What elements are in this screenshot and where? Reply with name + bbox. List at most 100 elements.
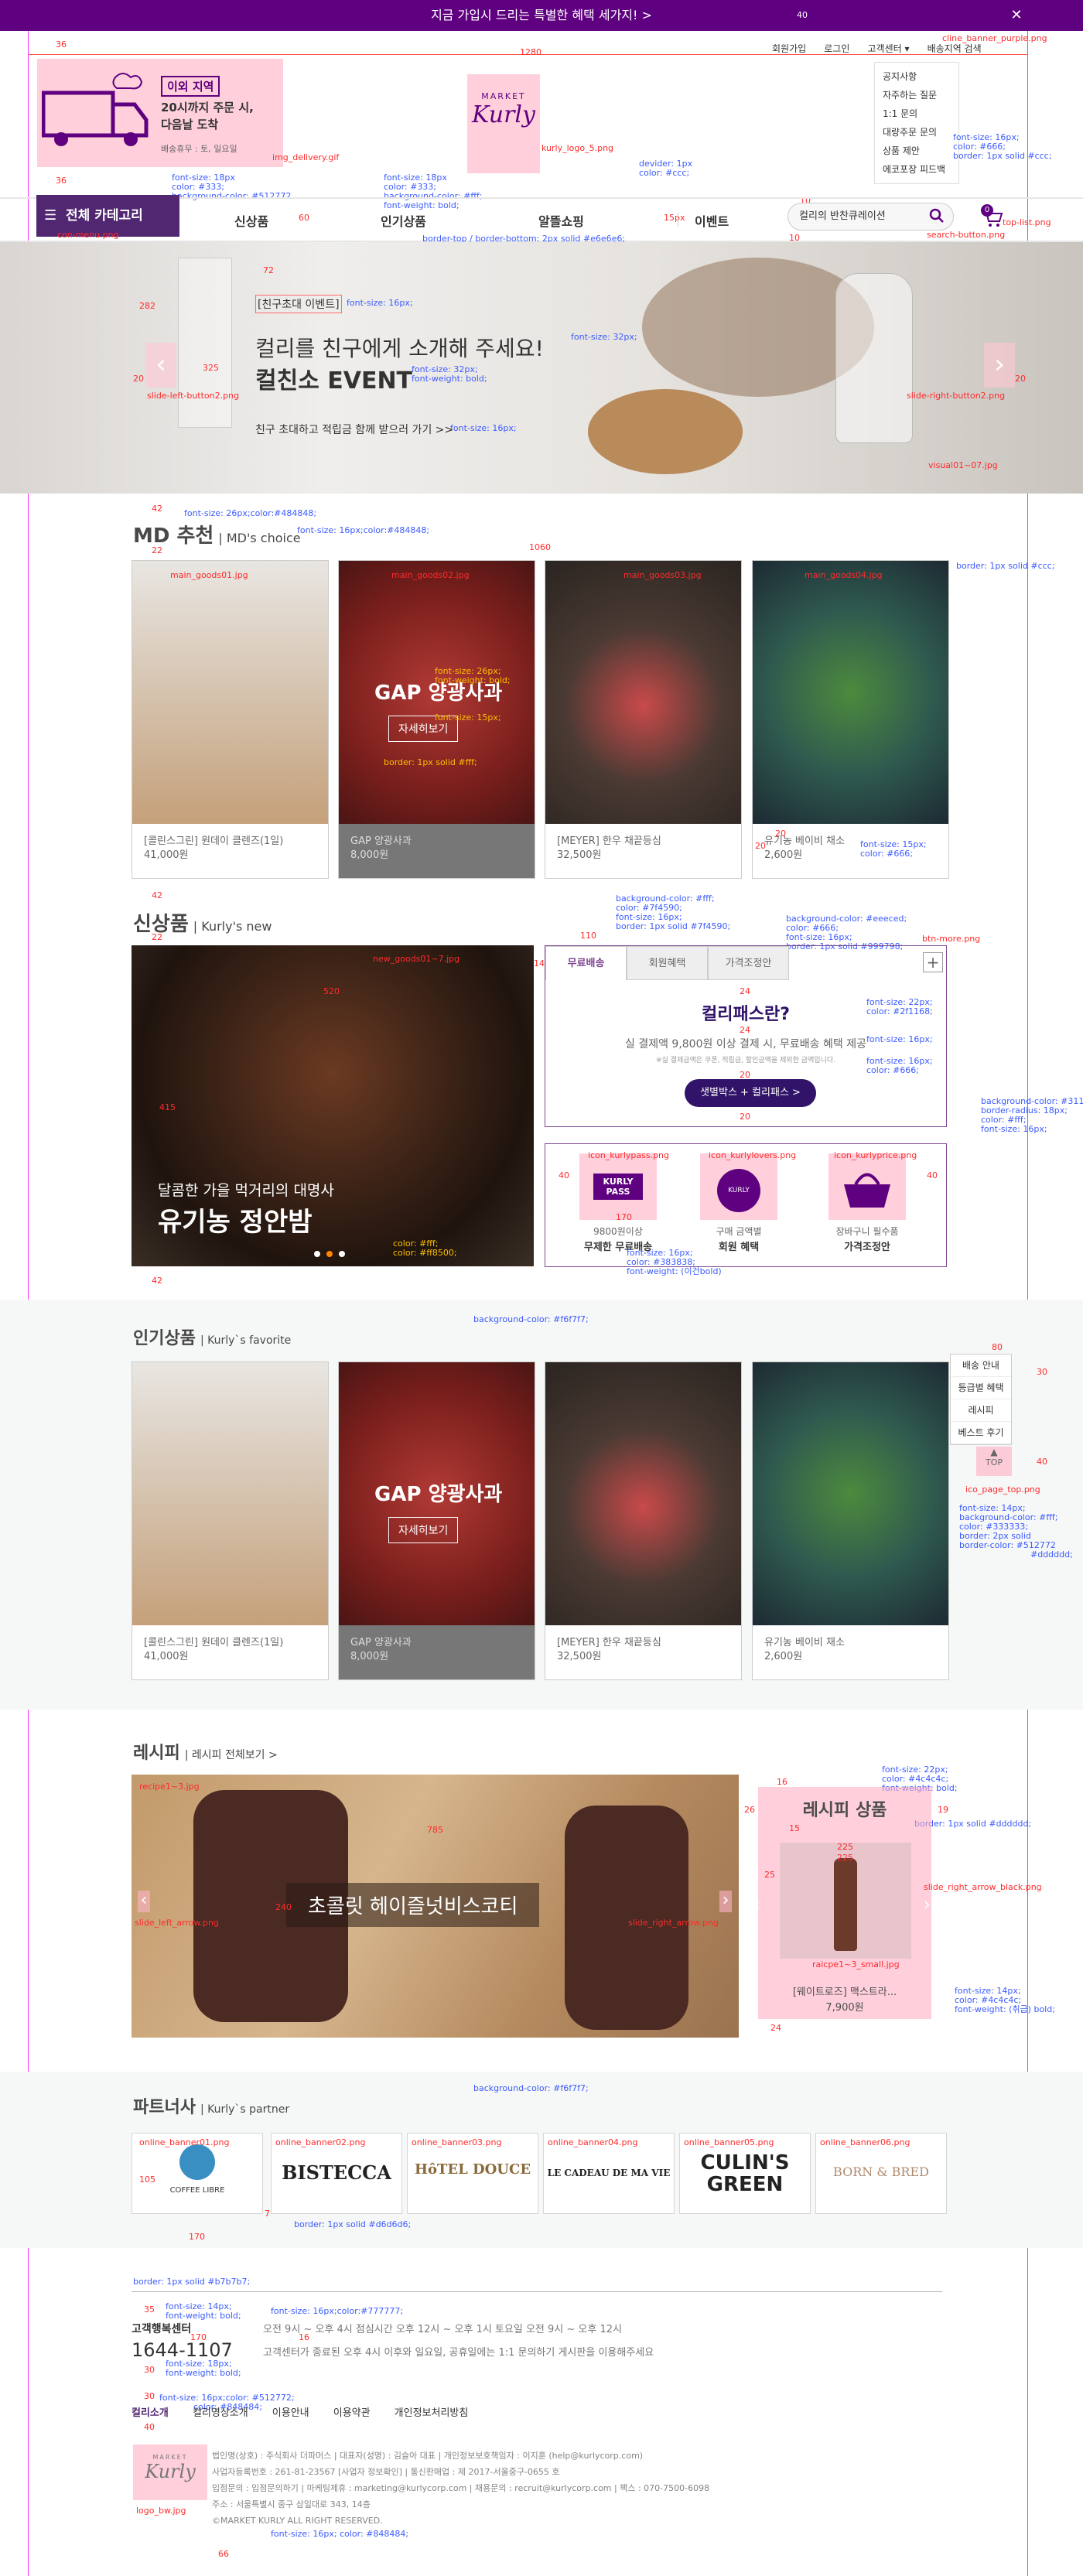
footer-link-about[interactable]: 컬리소개	[132, 2407, 169, 2419]
top-promo-banner[interactable]: 지금 가입시 드리는 특별한 혜택 세가지! > ✕	[0, 0, 1083, 31]
ann-f66: 66	[218, 2549, 229, 2559]
product-card[interactable]: [콜린스그린] 원데이 클렌즈(1일) 41,000원	[132, 560, 329, 879]
nav-event[interactable]: 이벤트	[695, 211, 729, 230]
ann-42b: 42	[152, 890, 162, 900]
ann-40c: 40	[927, 1170, 938, 1180]
tab-free-delivery[interactable]: 무료배송	[545, 946, 627, 980]
product-card[interactable]: GAP 양광사과 자세히보기 GAP 양광사과 8,000원	[338, 1361, 535, 1680]
recipe-left-arrow[interactable]: ‹	[138, 1891, 150, 1912]
product-card[interactable]: [콜린스그린] 원데이 클렌즈(1일) 41,000원	[132, 1361, 329, 1680]
product-price: 41,000원	[144, 849, 189, 861]
nav-new[interactable]: 신상품	[234, 211, 268, 230]
cs-menu-item[interactable]: 1:1 문의	[883, 104, 951, 123]
footer-link-privacy[interactable]: 개인정보처리방침	[395, 2407, 469, 2419]
recipe-main-image[interactable]: 초콜릿 헤이즐넛비스코티 ‹ ›	[132, 1775, 739, 2038]
ann-42c: 42	[152, 1276, 162, 1286]
ann-md-img1: main_goods01.jpg	[170, 570, 248, 580]
slide-dots[interactable]	[314, 1245, 360, 1257]
kurlypass-icon: KURLY PASS	[579, 1153, 657, 1220]
kurlylovers-icon: KURLY LOVERS	[700, 1153, 777, 1238]
ann-r16: 16	[777, 1777, 787, 1787]
ann-f16: font-size: 16px;color:#777777;	[271, 2306, 404, 2316]
footer-link-terms[interactable]: 이용약관	[333, 2407, 371, 2419]
footer-logo-kurly: Kurly	[145, 2461, 196, 2482]
quick-grade[interactable]: 등급별 혜택	[951, 1377, 1011, 1399]
recipe-subtitle[interactable]: | 레시피 전체보기 >	[185, 1749, 278, 1761]
tab-member-benefit[interactable]: 회원혜택	[627, 946, 708, 980]
recipe-prod-left-arrow[interactable]: ‹	[753, 1895, 760, 1915]
gap-overlay-title: GAP 양광사과	[374, 1483, 503, 1506]
ann-r19: 19	[938, 1805, 948, 1815]
hero-visual[interactable]: [친구초대 이벤트] 컬리를 친구에게 소개해 주세요! 컬친소 EVENT 친…	[0, 242, 1083, 494]
ann-40d: 40	[1037, 1457, 1047, 1467]
ann-282: 282	[139, 301, 155, 311]
close-icon[interactable]: ✕	[1009, 8, 1024, 23]
popular-title: 인기상품	[133, 1329, 196, 1348]
slide-right-button[interactable]: ›	[984, 343, 1015, 388]
product-image	[545, 1362, 741, 1625]
cs-menu-item[interactable]: 상품 제안	[883, 142, 951, 160]
recipe-right-arrow[interactable]: ›	[719, 1891, 732, 1912]
arrow-up-icon: ▲	[990, 1447, 998, 1457]
ann-24b: 24	[740, 1025, 750, 1035]
nav-sale[interactable]: 알뜰쇼핑	[538, 211, 584, 230]
hero-glass	[178, 258, 232, 428]
recipe-title: 레시피	[133, 1744, 180, 1763]
product-image: GAP 양광사과 자세히보기	[339, 1362, 535, 1625]
product-price: 32,500원	[557, 849, 602, 861]
page-top-button[interactable]: ▲ TOP	[976, 1447, 1012, 1476]
product-name: [콜린스그린] 원데이 클렌즈(1일)	[144, 835, 284, 847]
category-label: 전체 카테고리	[66, 208, 143, 224]
product-name: [콜린스그린] 원데이 클렌즈(1일)	[144, 1637, 284, 1648]
slide-left-button[interactable]: ‹	[145, 343, 176, 388]
delivery-search-link[interactable]: 배송지역 검색	[928, 43, 982, 54]
cart-count-badge: 0	[981, 204, 993, 217]
signup-link[interactable]: 회원가입	[772, 43, 806, 54]
menu-icon: ☰	[44, 207, 57, 224]
footer-link-guide[interactable]: 이용안내	[272, 2407, 309, 2419]
cs-menu-item[interactable]: 대량주문 문의	[883, 123, 951, 142]
hero-title: 컬리를 친구에게 소개해 주세요!	[255, 336, 544, 361]
gap-detail-button[interactable]: 자세히보기	[388, 1517, 459, 1543]
ann-110: 110	[580, 931, 596, 941]
kurly-logo[interactable]: MARKET Kurly	[467, 74, 540, 173]
logo-market-text: MARKET	[481, 91, 526, 101]
product-image: GAP 양광사과 자세히보기	[339, 561, 535, 824]
product-card[interactable]: [MEYER] 한우 채끝등심 32,500원	[545, 560, 742, 879]
tab-price-adjust[interactable]: 가격조정안	[708, 946, 789, 980]
truck-icon	[42, 73, 149, 146]
recipe-prod-right-arrow[interactable]: ›	[924, 1895, 931, 1915]
footer-phone: 1644-1107	[132, 2339, 233, 2361]
ann-pb6: online_banner06.png	[820, 2137, 910, 2147]
search-icon[interactable]	[928, 207, 945, 224]
more-button[interactable]: +	[923, 952, 943, 972]
ann-ic1: icon_kurlypass.png	[588, 1150, 670, 1160]
footer-link-video[interactable]: 컬리영상소개	[193, 2407, 248, 2419]
cart-icon[interactable]: 0	[981, 204, 1004, 229]
product-image	[132, 561, 328, 824]
ann-20e: 20	[740, 1070, 750, 1080]
quick-review[interactable]: 베스트 후기	[951, 1422, 1011, 1444]
product-image	[753, 561, 948, 824]
nav-popular[interactable]: 인기상품	[381, 211, 426, 230]
delivery-line1: 20시까지 주문 시,	[161, 101, 254, 114]
pass-button[interactable]: 샛별박스 + 컬리패스 >	[685, 1079, 816, 1107]
product-card[interactable]: [MEYER] 한우 채끝등심 32,500원	[545, 1361, 742, 1680]
ann-top-img: ico_page_top.png	[965, 1484, 1040, 1495]
login-link[interactable]: 로그인	[824, 43, 849, 54]
md-title: MD 추천	[133, 524, 214, 548]
ann-415: 415	[159, 1102, 176, 1112]
quick-recipe[interactable]: 레시피	[951, 1399, 1011, 1422]
cs-menu-item[interactable]: 에코포장 피드백	[883, 160, 951, 179]
recipe-product-price: 7,900원	[825, 2002, 864, 2014]
cs-menu-item[interactable]: 자주하는 질문	[883, 86, 951, 104]
cs-menu-item[interactable]: 공지사항	[883, 67, 951, 86]
ann-cart-img: top-list.png	[1003, 217, 1051, 227]
cs-link[interactable]: 고객센터 ▾	[867, 43, 909, 54]
quick-delivery[interactable]: 배송 안내	[951, 1355, 1011, 1377]
hero-bottle	[835, 273, 913, 443]
ann-hero-f32: font-size: 32px;	[571, 332, 637, 342]
top-banner-text[interactable]: 지금 가입시 드리는 특별한 혜택 세가지! >	[431, 8, 652, 22]
product-card[interactable]: 유기농 베이비 채소 2,600원	[752, 1361, 949, 1680]
ann-visual: visual01~07.jpg	[928, 460, 998, 470]
